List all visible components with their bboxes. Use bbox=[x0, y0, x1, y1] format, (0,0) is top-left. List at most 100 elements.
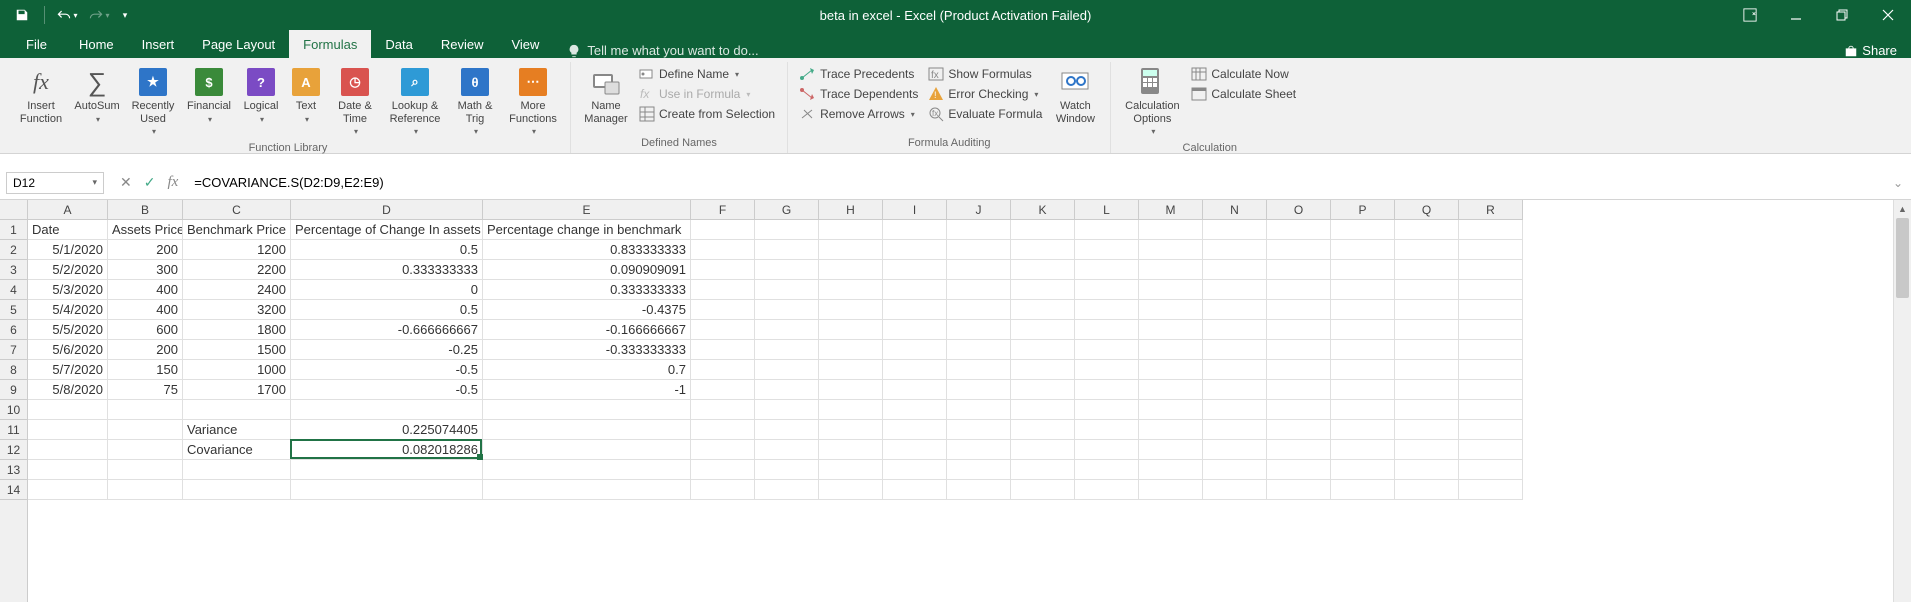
cell-A14[interactable] bbox=[28, 480, 108, 500]
cell-E11[interactable] bbox=[483, 420, 691, 440]
cell-R8[interactable] bbox=[1459, 360, 1523, 380]
cell-E4[interactable]: 0.333333333 bbox=[483, 280, 691, 300]
cell-A12[interactable] bbox=[28, 440, 108, 460]
cell-F2[interactable] bbox=[691, 240, 755, 260]
col-header-E[interactable]: E bbox=[483, 200, 691, 219]
cell-F11[interactable] bbox=[691, 420, 755, 440]
calculate-sheet-button[interactable]: Calculate Sheet bbox=[1187, 84, 1300, 104]
cell-M2[interactable] bbox=[1139, 240, 1203, 260]
cell-F3[interactable] bbox=[691, 260, 755, 280]
cell-I9[interactable] bbox=[883, 380, 947, 400]
cell-G11[interactable] bbox=[755, 420, 819, 440]
row-header-9[interactable]: 9 bbox=[0, 380, 27, 400]
cell-O14[interactable] bbox=[1267, 480, 1331, 500]
cell-G7[interactable] bbox=[755, 340, 819, 360]
cell-G13[interactable] bbox=[755, 460, 819, 480]
cell-M9[interactable] bbox=[1139, 380, 1203, 400]
cell-J13[interactable] bbox=[947, 460, 1011, 480]
cell-R9[interactable] bbox=[1459, 380, 1523, 400]
select-all-corner[interactable] bbox=[0, 200, 28, 220]
cell-M14[interactable] bbox=[1139, 480, 1203, 500]
cell-G2[interactable] bbox=[755, 240, 819, 260]
row-header-11[interactable]: 11 bbox=[0, 420, 27, 440]
cell-P5[interactable] bbox=[1331, 300, 1395, 320]
row-header-14[interactable]: 14 bbox=[0, 480, 27, 500]
cell-H8[interactable] bbox=[819, 360, 883, 380]
evaluate-formula-button[interactable]: fx Evaluate Formula bbox=[924, 104, 1046, 124]
cell-E6[interactable]: -0.166666667 bbox=[483, 320, 691, 340]
cell-Q14[interactable] bbox=[1395, 480, 1459, 500]
cell-K10[interactable] bbox=[1011, 400, 1075, 420]
col-header-I[interactable]: I bbox=[883, 200, 947, 219]
qat-undo[interactable]: ▾ bbox=[53, 3, 81, 27]
cell-F1[interactable] bbox=[691, 220, 755, 240]
cell-K13[interactable] bbox=[1011, 460, 1075, 480]
cell-R13[interactable] bbox=[1459, 460, 1523, 480]
cell-C12[interactable]: Covariance bbox=[183, 440, 291, 460]
cell-N6[interactable] bbox=[1203, 320, 1267, 340]
cell-J3[interactable] bbox=[947, 260, 1011, 280]
minimize-button[interactable] bbox=[1773, 0, 1819, 30]
cell-M1[interactable] bbox=[1139, 220, 1203, 240]
cell-L9[interactable] bbox=[1075, 380, 1139, 400]
cell-R10[interactable] bbox=[1459, 400, 1523, 420]
cell-C1[interactable]: Benchmark Price bbox=[183, 220, 291, 240]
trace-dependents-button[interactable]: Trace Dependents bbox=[796, 84, 922, 104]
cell-K4[interactable] bbox=[1011, 280, 1075, 300]
name-manager-button[interactable]: NameManager bbox=[579, 64, 633, 128]
cell-Q11[interactable] bbox=[1395, 420, 1459, 440]
cell-G4[interactable] bbox=[755, 280, 819, 300]
col-header-G[interactable]: G bbox=[755, 200, 819, 219]
cell-P11[interactable] bbox=[1331, 420, 1395, 440]
cell-H2[interactable] bbox=[819, 240, 883, 260]
col-header-F[interactable]: F bbox=[691, 200, 755, 219]
cell-P9[interactable] bbox=[1331, 380, 1395, 400]
row-header-13[interactable]: 13 bbox=[0, 460, 27, 480]
cell-A2[interactable]: 5/1/2020 bbox=[28, 240, 108, 260]
cell-M13[interactable] bbox=[1139, 460, 1203, 480]
cell-O3[interactable] bbox=[1267, 260, 1331, 280]
cell-D6[interactable]: -0.666666667 bbox=[291, 320, 483, 340]
cell-R6[interactable] bbox=[1459, 320, 1523, 340]
formula-input[interactable] bbox=[188, 172, 1893, 194]
cell-D9[interactable]: -0.5 bbox=[291, 380, 483, 400]
insert-function-fx-button[interactable]: fx bbox=[167, 174, 178, 191]
col-header-C[interactable]: C bbox=[183, 200, 291, 219]
cell-B11[interactable] bbox=[108, 420, 183, 440]
tab-data[interactable]: Data bbox=[371, 30, 426, 58]
col-header-J[interactable]: J bbox=[947, 200, 1011, 219]
row-header-5[interactable]: 5 bbox=[0, 300, 27, 320]
cell-M3[interactable] bbox=[1139, 260, 1203, 280]
cell-C7[interactable]: 1500 bbox=[183, 340, 291, 360]
tab-review[interactable]: Review bbox=[427, 30, 498, 58]
row-header-7[interactable]: 7 bbox=[0, 340, 27, 360]
cell-L2[interactable] bbox=[1075, 240, 1139, 260]
cell-I6[interactable] bbox=[883, 320, 947, 340]
row-header-1[interactable]: 1 bbox=[0, 220, 27, 240]
recently-used-button[interactable]: ★ RecentlyUsed bbox=[126, 64, 180, 140]
cell-J6[interactable] bbox=[947, 320, 1011, 340]
cell-N9[interactable] bbox=[1203, 380, 1267, 400]
create-from-selection-button[interactable]: Create from Selection bbox=[635, 104, 779, 124]
cell-Q4[interactable] bbox=[1395, 280, 1459, 300]
cell-E13[interactable] bbox=[483, 460, 691, 480]
col-header-A[interactable]: A bbox=[28, 200, 108, 219]
cell-G14[interactable] bbox=[755, 480, 819, 500]
col-header-P[interactable]: P bbox=[1331, 200, 1395, 219]
cell-N11[interactable] bbox=[1203, 420, 1267, 440]
cell-H4[interactable] bbox=[819, 280, 883, 300]
show-formulas-button[interactable]: fx Show Formulas bbox=[924, 64, 1046, 84]
cell-D12[interactable]: 0.082018286 bbox=[291, 440, 483, 460]
col-header-M[interactable]: M bbox=[1139, 200, 1203, 219]
row-header-4[interactable]: 4 bbox=[0, 280, 27, 300]
scroll-up-button[interactable]: ▲ bbox=[1894, 200, 1911, 218]
cell-P4[interactable] bbox=[1331, 280, 1395, 300]
vertical-scrollbar[interactable]: ▲ bbox=[1893, 200, 1911, 602]
cell-H11[interactable] bbox=[819, 420, 883, 440]
cell-B4[interactable]: 400 bbox=[108, 280, 183, 300]
cell-Q12[interactable] bbox=[1395, 440, 1459, 460]
error-checking-button[interactable]: ! Error Checking▾ bbox=[924, 84, 1046, 104]
cell-A1[interactable]: Date bbox=[28, 220, 108, 240]
col-header-D[interactable]: D bbox=[291, 200, 483, 219]
cell-H6[interactable] bbox=[819, 320, 883, 340]
